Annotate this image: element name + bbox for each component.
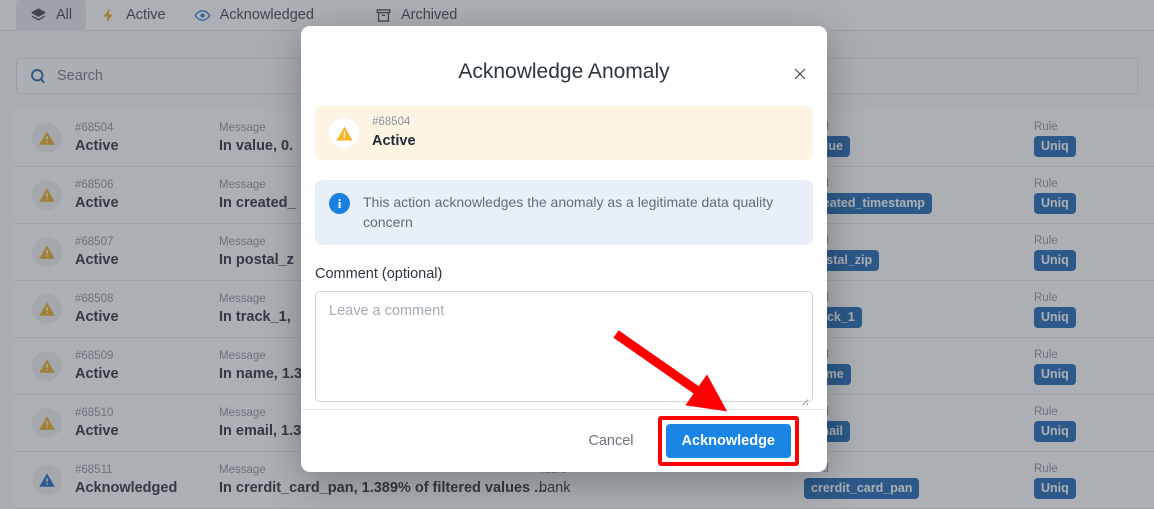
anomaly-summary-banner: #68504 Active <box>315 106 813 161</box>
anomaly-id: #68504 <box>372 116 411 129</box>
acknowledge-anomaly-dialog: Acknowledge Anomaly #68504 Active i This… <box>301 26 827 472</box>
acknowledge-button[interactable]: Acknowledge <box>665 424 791 458</box>
comment-input[interactable] <box>315 290 813 402</box>
comment-label: Comment (optional) <box>315 265 443 282</box>
close-button[interactable] <box>787 61 813 87</box>
dialog-title: Acknowledge Anomaly <box>458 60 670 83</box>
cancel-button[interactable]: Cancel <box>582 425 639 457</box>
warning-triangle-icon <box>329 118 359 149</box>
anomaly-status: Active <box>372 133 416 150</box>
dialog-footer: Cancel Acknowledge <box>301 409 827 472</box>
info-banner-text: This action acknowledges the anomaly as … <box>363 194 774 231</box>
app-root: All Active Acknowledged Archived Search … <box>0 0 1154 509</box>
info-circle-icon: i <box>329 193 350 215</box>
close-icon <box>793 67 807 81</box>
info-banner: i This action acknowledges the anomaly a… <box>315 180 813 245</box>
acknowledge-highlight-annotation: Acknowledge <box>657 416 799 466</box>
dialog-body: #68504 Active i This action acknowledges… <box>301 84 827 409</box>
